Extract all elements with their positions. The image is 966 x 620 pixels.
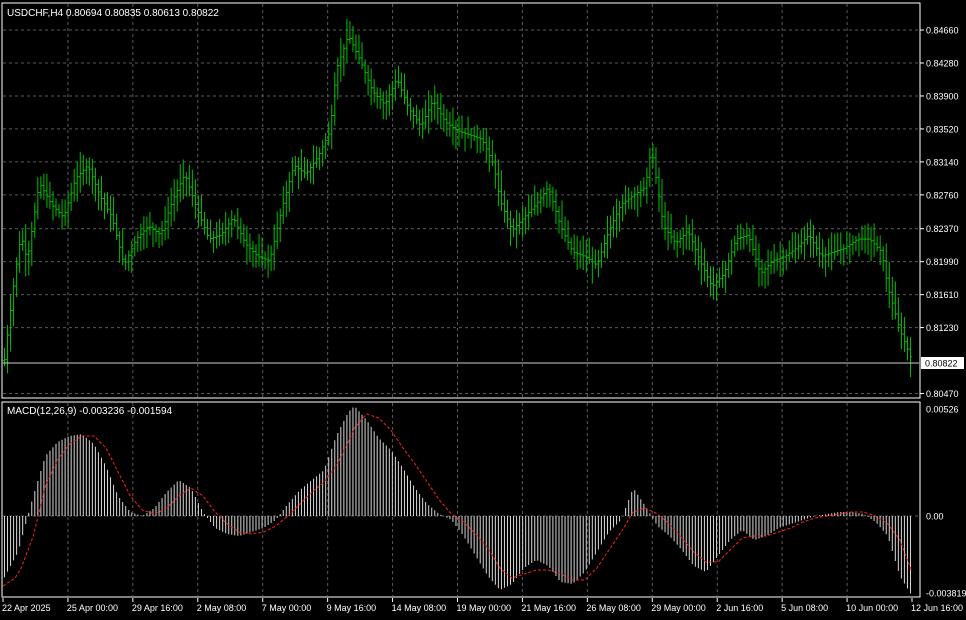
time-tick-label: 7 May 00:00 bbox=[262, 603, 312, 613]
time-tick-label: 26 May 08:00 bbox=[586, 603, 641, 613]
macd-tick-label: 0.00526 bbox=[926, 405, 959, 415]
time-tick-label: 10 Jun 00:00 bbox=[846, 603, 898, 613]
macd-tick-label: -0.003819 bbox=[926, 589, 966, 599]
price-tick-label: 0.83900 bbox=[926, 91, 959, 101]
time-tick-label: 2 May 08:00 bbox=[197, 603, 247, 613]
time-tick-label: 2 Jun 16:00 bbox=[716, 603, 763, 613]
macd-info: MACD(12,26,9) -0.003236 -0.001594 bbox=[7, 406, 173, 417]
macd-tick-label: 0.00 bbox=[926, 512, 944, 522]
time-tick-label: 21 May 16:00 bbox=[521, 603, 576, 613]
price-tick-label: 0.80470 bbox=[926, 389, 959, 399]
price-tick-label: 0.82760 bbox=[926, 190, 959, 200]
price-tick-label: 0.84280 bbox=[926, 58, 959, 68]
time-tick-label: 29 May 00:00 bbox=[651, 603, 706, 613]
price-tick-label: 0.81230 bbox=[926, 323, 959, 333]
price-tick-label: 0.83520 bbox=[926, 124, 959, 134]
time-tick-label: 9 May 16:00 bbox=[327, 603, 377, 613]
time-tick-label: 14 May 08:00 bbox=[392, 603, 447, 613]
current-price-label: 0.80822 bbox=[925, 358, 958, 368]
price-tick-label: 0.83140 bbox=[926, 157, 959, 167]
price-tick-label: 0.81990 bbox=[926, 257, 959, 267]
time-tick-label: 5 Jun 08:00 bbox=[781, 603, 828, 613]
time-tick-label: 19 May 00:00 bbox=[457, 603, 512, 613]
trading-chart[interactable]: 0.84660 0.84280 0.83900 0.83520 0.83140 0.827… bbox=[0, 0, 966, 620]
symbol-info: USDCHF,H4 0.80694 0.80835 0.80613 0.8082… bbox=[7, 8, 219, 19]
time-tick-label: 25 Apr 00:00 bbox=[67, 603, 118, 613]
price-tick-label: 0.81610 bbox=[926, 290, 959, 300]
time-tick-label: 12 Jun 16:00 bbox=[911, 603, 963, 613]
price-tick-label: 0.82370 bbox=[926, 224, 959, 234]
time-tick-label: 22 Apr 2025 bbox=[2, 603, 51, 613]
price-tick-label: 0.84660 bbox=[926, 26, 959, 36]
time-tick-label: 29 Apr 16:00 bbox=[132, 603, 183, 613]
